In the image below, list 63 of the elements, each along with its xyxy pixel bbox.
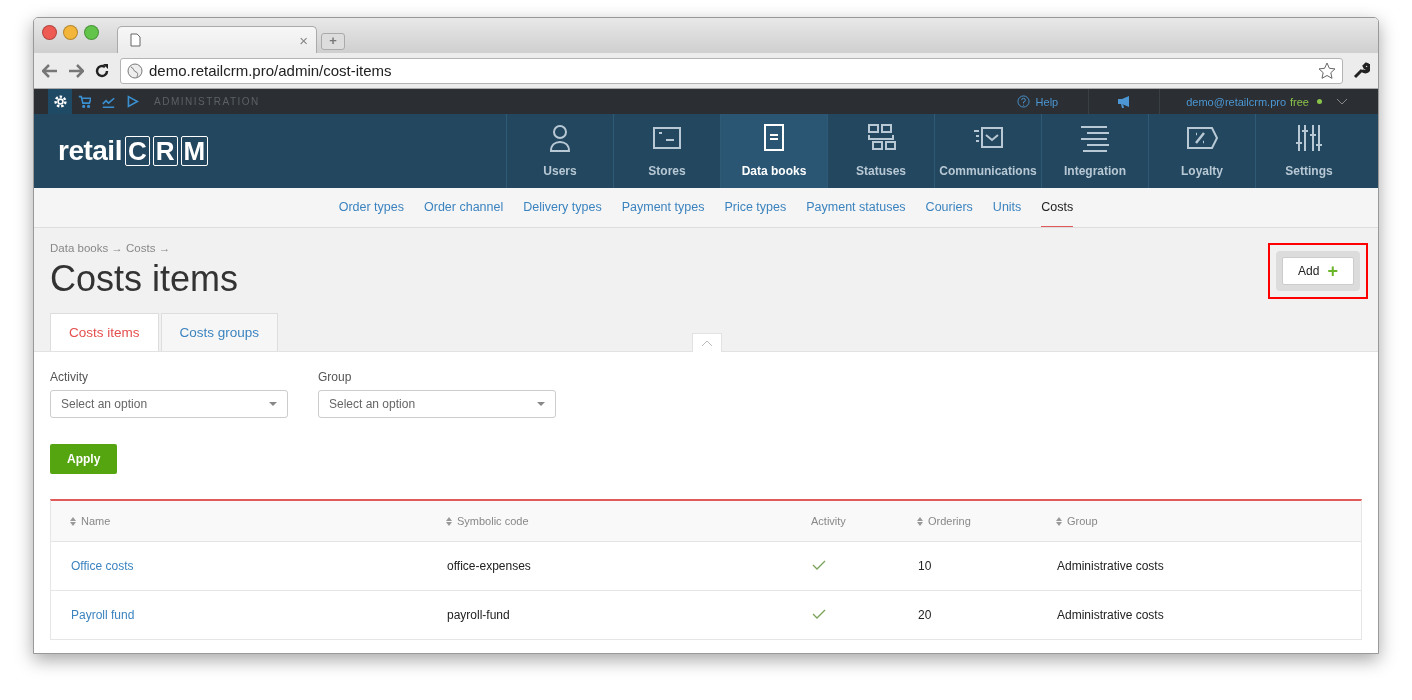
nav-item[interactable]: Data books: [720, 114, 827, 188]
settings-icon: [53, 95, 67, 108]
app-switch-button[interactable]: [48, 89, 72, 114]
filter-label: Activity: [50, 370, 89, 384]
help-icon: [1016, 95, 1030, 108]
subnav-link[interactable]: Delivery types: [523, 188, 602, 227]
column-header[interactable]: Group: [1056, 515, 1361, 527]
subnav-link[interactable]: Payment types: [621, 188, 705, 227]
text-lines-icon: [1079, 123, 1111, 153]
select-field[interactable]: Select an option: [318, 390, 556, 418]
sliders-icon: [1293, 123, 1325, 153]
subnav-link[interactable]: Order channel: [424, 188, 504, 227]
subnav-link[interactable]: Units: [992, 188, 1022, 227]
chevron-down-icon[interactable]: [1336, 98, 1348, 105]
minimize-window-button[interactable]: [63, 25, 78, 40]
grid-icon: [865, 123, 897, 153]
tab[interactable]: Costs items: [50, 313, 159, 351]
table-cell-text: 10: [918, 559, 933, 573]
table-cell-text: Administrative costs: [1057, 608, 1165, 622]
address-bar[interactable]: demo.retailcrm.pro/admin/cost-items: [120, 57, 1343, 84]
subnav-link[interactable]: Payment statuses: [806, 188, 906, 227]
item-name-link[interactable]: Office costs: [71, 559, 134, 573]
column-header: Activity: [811, 515, 847, 527]
apply-button[interactable]: Apply: [50, 444, 118, 474]
status-dot: [1317, 99, 1322, 104]
filter-label: Group: [318, 370, 353, 384]
subnav-link[interactable]: Order types: [338, 188, 404, 227]
new-tab-button[interactable]: +: [321, 33, 345, 50]
breadcrumb: Data books → Costs →: [50, 242, 172, 254]
table-cell-text: Administrative costs: [1057, 559, 1165, 573]
close-window-button[interactable]: [42, 25, 57, 40]
url-text: demo.retailcrm.pro/admin/cost-items: [149, 62, 392, 79]
column-header[interactable]: Name: [70, 515, 446, 527]
cart-icon: [77, 95, 91, 108]
back-icon[interactable]: [42, 63, 58, 78]
column-header[interactable]: Ordering: [917, 515, 1056, 527]
star-icon[interactable]: [1318, 61, 1336, 80]
browser-tab[interactable]: ×: [117, 26, 317, 53]
page-icon: [130, 33, 141, 47]
item-name-link[interactable]: Payroll fund: [71, 608, 135, 622]
reload-icon[interactable]: [94, 62, 110, 79]
plan-label: free: [1290, 95, 1309, 108]
select-field[interactable]: Select an option: [50, 390, 288, 418]
chart-line-icon: [101, 95, 115, 108]
subnav-link[interactable]: Costs: [1041, 188, 1074, 227]
wrench-icon[interactable]: [1353, 62, 1370, 79]
user-email[interactable]: demo@retailcrm.pro: [1160, 95, 1287, 108]
logo[interactable]: retail C R M: [34, 114, 506, 188]
chevron-up-icon: [701, 339, 713, 347]
subnav-link[interactable]: Price types: [724, 188, 787, 227]
tab-close-button[interactable]: ×: [299, 31, 308, 49]
table-cell-text: 20: [918, 608, 933, 622]
page-title: Costs items: [50, 258, 239, 300]
tab[interactable]: Costs groups: [160, 313, 279, 351]
add-button[interactable]: Add +: [1282, 257, 1354, 285]
maximize-window-button[interactable]: [84, 25, 99, 40]
megaphone-icon: [1116, 95, 1132, 108]
subnav-link[interactable]: Couriers: [925, 188, 973, 227]
column-header[interactable]: Symbolic code: [446, 515, 811, 527]
table-cell-text: office-expenses: [447, 559, 532, 573]
play-icon: [125, 95, 139, 108]
forward-icon[interactable]: [68, 63, 84, 78]
table-cell-text: payroll-fund: [447, 608, 511, 622]
